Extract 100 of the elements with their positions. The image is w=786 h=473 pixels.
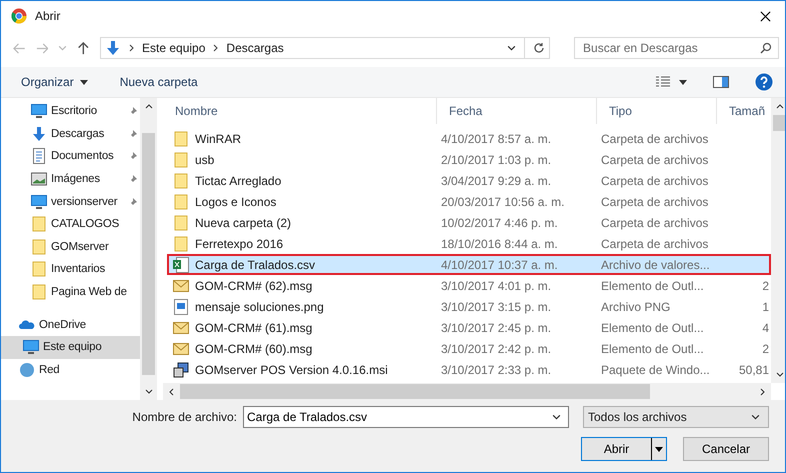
- column-header[interactable]: Fecha: [437, 98, 597, 124]
- folder-icon: [173, 236, 189, 252]
- file-type: Carpeta de archivos: [601, 236, 710, 250]
- sidebar-item[interactable]: Pagina Web de: [1, 280, 140, 304]
- file-type: Carpeta de archivos: [601, 152, 710, 166]
- chevron-down-icon[interactable]: [552, 414, 561, 420]
- sidebar-item[interactable]: Escritorio: [1, 100, 140, 123]
- sidebar-item[interactable]: GOMserver: [1, 236, 140, 258]
- column-header[interactable]: Tamañ: [717, 98, 765, 124]
- scroll-down-icon[interactable]: [144, 389, 152, 394]
- file-name-label: Nombre de archivo:: [132, 410, 237, 424]
- sidebar-item[interactable]: Descargas: [1, 122, 140, 146]
- file-size: 2: [762, 278, 769, 292]
- caret-icon: [80, 80, 88, 84]
- envelope-icon: [173, 320, 189, 336]
- column-header[interactable]: Nombre: [163, 98, 437, 124]
- help-icon[interactable]: [755, 73, 773, 91]
- file-row[interactable]: Ferretexpo 2016 18/10/2016 8:44 a. m. Carpeta de archivos: [167, 233, 771, 254]
- new-folder-button[interactable]: Nueva carpeta: [114, 72, 204, 92]
- browser-logo-icon: [11, 8, 27, 24]
- file-row[interactable]: GOM-CRM# (62).msg 3/10/2017 4:01 p. m. Elemento de Outl... 2: [167, 275, 771, 296]
- sidebar-item[interactable]: CATALOGOS: [1, 212, 140, 236]
- file-date: 10/02/2017 4:46 p. m.: [440, 216, 559, 230]
- window-title: Abrir: [35, 9, 60, 23]
- envelope-icon: [173, 340, 189, 356]
- file-type: Paquete de Windo...: [601, 362, 711, 376]
- file-row[interactable]: GOMserver POS Version 4.0.16.msi 3/10/2017 2:33 p. m. Paquete de Windo... 50,81: [167, 359, 771, 380]
- file-name: GOMserver POS Version 4.0.16.msi: [195, 362, 388, 376]
- folder-icon: [173, 172, 189, 188]
- file-type: Elemento de Outl...: [601, 342, 705, 356]
- scroll-thumb[interactable]: [142, 133, 155, 375]
- file-type: Archivo PNG: [601, 300, 672, 314]
- scrollbar[interactable]: [140, 98, 157, 400]
- address-bar[interactable]: Este equipo Descargas: [100, 37, 550, 59]
- close-icon[interactable]: [760, 10, 771, 22]
- file-name-field[interactable]: Carga de Tralados.csv: [243, 406, 569, 428]
- folder-icon: [173, 130, 189, 146]
- column-header[interactable]: Tipo: [597, 98, 717, 124]
- sidebar-item[interactable]: Este equipo: [1, 336, 140, 359]
- document-icon: [31, 148, 47, 164]
- globe-icon: [19, 362, 35, 378]
- file-row[interactable]: Tictac Arreglado 3/04/2017 9:29 a. m. Carpeta de archivos: [167, 170, 771, 191]
- folder-icon: [31, 216, 47, 232]
- file-date: 4/10/2017 10:37 a. m.: [440, 258, 559, 272]
- file-date: 3/04/2017 9:29 a. m.: [440, 174, 552, 188]
- chevron-down-icon[interactable]: [507, 45, 516, 51]
- file-type: Elemento de Outl...: [601, 278, 705, 292]
- monitor-icon: [23, 339, 39, 356]
- file-row[interactable]: Nueva carpeta (2) 10/02/2017 4:46 p. m. Carpeta de archivos: [167, 212, 771, 233]
- sidebar-item[interactable]: OneDrive: [1, 313, 140, 336]
- preview-pane-icon[interactable]: [713, 74, 729, 90]
- file-row[interactable]: usb 2/10/2017 1:03 p. m. Carpeta de archivos: [167, 149, 771, 170]
- scroll-thumb[interactable]: [180, 384, 650, 399]
- file-row[interactable]: Carga de Tralados.csv 4/10/2017 10:37 a. m. Archivo de valores...: [167, 254, 771, 275]
- scroll-left-icon[interactable]: [169, 388, 174, 396]
- breadcrumb[interactable]: Descargas: [226, 41, 284, 55]
- file-size: 50,81: [738, 362, 769, 376]
- monitor-icon: [31, 194, 47, 210]
- file-name: Carga de Tralados.csv: [195, 258, 316, 272]
- file-row[interactable]: WinRAR 4/10/2017 8:57 a. m. Carpeta de archivos: [167, 128, 771, 149]
- file-row[interactable]: Logos e Iconos 20/03/2017 10:56 a. m. Carpeta de archivos: [167, 191, 771, 212]
- file-date: 3/10/2017 2:33 p. m.: [440, 362, 552, 376]
- cancel-button[interactable]: Cancelar: [683, 437, 769, 461]
- sidebar-item[interactable]: Documentos: [1, 145, 140, 168]
- scroll-right-icon[interactable]: [760, 388, 765, 396]
- file-date: 20/03/2017 10:56 a. m.: [440, 194, 566, 208]
- caret-icon: [655, 446, 663, 452]
- sidebar-item[interactable]: Red: [1, 358, 140, 382]
- file-date: 3/10/2017 4:01 p. m.: [440, 278, 552, 292]
- file-name: GOM-CRM# (61).msg: [195, 320, 312, 334]
- chevron-down-icon: [751, 414, 760, 420]
- sidebar-item[interactable]: Imágenes: [1, 168, 140, 190]
- file-type: Carpeta de archivos: [601, 174, 710, 188]
- folder-icon: [31, 284, 47, 300]
- refresh-icon[interactable]: [533, 42, 546, 54]
- folder-icon: [173, 214, 189, 230]
- scrollbar[interactable]: [771, 98, 785, 383]
- scroll-down-icon[interactable]: [776, 372, 784, 377]
- breadcrumb[interactable]: Este equipo: [142, 41, 206, 55]
- scroll-up-icon[interactable]: [776, 104, 784, 109]
- scroll-up-icon[interactable]: [144, 104, 152, 109]
- scroll-thumb[interactable]: [773, 115, 785, 131]
- image-file-icon: [173, 298, 189, 314]
- file-row[interactable]: GOM-CRM# (60).msg 3/10/2017 2:42 p. m. Elemento de Outl... 2: [167, 338, 771, 359]
- folder-icon: [173, 152, 189, 168]
- caret-icon[interactable]: [679, 80, 687, 84]
- file-type: Carpeta de archivos: [601, 216, 710, 230]
- file-type-dropdown[interactable]: Todos los archivos: [583, 406, 769, 428]
- chevron-right-icon: [213, 44, 218, 52]
- folder-icon: [173, 194, 189, 210]
- file-row[interactable]: mensaje soluciones.png 3/10/2017 3:15 p. m. Archivo PNG 1: [167, 296, 771, 317]
- file-date: 3/10/2017 2:45 p. m.: [440, 320, 552, 334]
- file-date: 3/10/2017 2:42 p. m.: [440, 342, 552, 356]
- search-field[interactable]: Buscar en Descargas: [574, 37, 780, 59]
- horizontal-scrollbar[interactable]: [163, 383, 771, 400]
- file-row[interactable]: GOM-CRM# (61).msg 3/10/2017 2:45 p. m. Elemento de Outl... 4: [167, 317, 771, 338]
- sidebar-item[interactable]: versionserver: [1, 190, 140, 213]
- sidebar-item[interactable]: Inventarios: [1, 258, 140, 281]
- up-arrow-icon[interactable]: [77, 42, 90, 54]
- organize-button[interactable]: Organizar: [15, 72, 94, 92]
